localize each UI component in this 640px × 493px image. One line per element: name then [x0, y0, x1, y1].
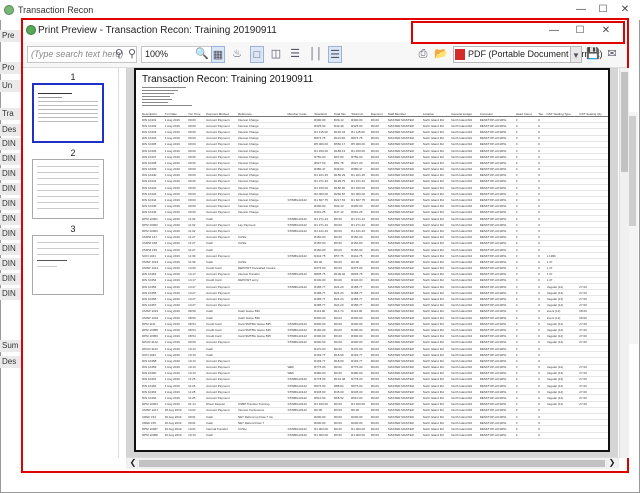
report-title: Transaction Recon: Training 20190911 [142, 74, 314, 85]
zoom-icon[interactable]: 🔍 [195, 46, 209, 63]
bg-label: DIN [0, 198, 22, 210]
save-icon[interactable]: 💾 [586, 46, 600, 63]
scroll-right-icon[interactable]: ❯ [607, 457, 617, 469]
table-cell [579, 432, 608, 439]
page-thumbnails: 1 2 3 [23, 68, 119, 458]
search-icon[interactable]: ⚲ [113, 46, 125, 63]
clear-search-icon[interactable]: ⚲ [126, 46, 138, 63]
table-cell: 0 [538, 432, 547, 439]
report-meta-line [142, 90, 178, 91]
table-cell: 26 Aug 2019 [164, 432, 189, 439]
color-icon[interactable]: ♨ [230, 46, 244, 63]
bg-label: DIN [0, 228, 22, 240]
bg-label: DIN [0, 213, 22, 225]
export-format-select[interactable]: PDF (Portable Document Format) [453, 46, 603, 63]
bg-label: Pre [0, 30, 22, 42]
report-meta-line [142, 96, 170, 97]
report-meta-line [142, 105, 192, 106]
table-cell: R1 000.00 [351, 432, 371, 439]
bg-label: DIN [0, 258, 22, 270]
open-icon[interactable]: 📂 [434, 46, 448, 63]
dialog-title: Print Preview - Transaction Recon: Train… [38, 25, 277, 36]
table-cell: North Island Rd [422, 432, 452, 439]
multi-page-icon[interactable]: ◫ [269, 46, 283, 63]
header-icon[interactable]: ☰ [328, 46, 342, 63]
bg-label: DIN [0, 183, 22, 195]
bg-label: DIN [0, 243, 22, 255]
table-cell: 10:13 [188, 432, 207, 439]
export-group [411, 21, 625, 44]
thumbnail-page-2[interactable] [32, 159, 104, 219]
thumbnail-label: 2 [70, 148, 76, 158]
app-icon [26, 25, 36, 35]
background-window-title: Transaction Recon [18, 5, 94, 15]
horizontal-scrollbar-thumb[interactable] [139, 460, 605, 467]
bg-label: DIN [0, 273, 22, 285]
report-table: Description Txn Date Txn Time Payment Metho… [142, 110, 608, 439]
table-row: DPM 10068 26 Aug 2019 10:13 Cash STWBG10122 R… [142, 432, 608, 439]
columns-icon[interactable]: ││ [309, 46, 323, 63]
report-meta-line [142, 99, 172, 100]
thumbnail-label: 3 [70, 224, 76, 234]
bg-label: DIN [0, 288, 22, 300]
table-cell: Cash [206, 432, 238, 439]
email-icon[interactable]: ✉ [605, 46, 619, 63]
bg-label: Sum [0, 340, 22, 352]
table-cell: MASTER MASTER [387, 432, 423, 439]
bg-label: DIN [0, 138, 22, 150]
table-cell: R1 000.00 [314, 432, 334, 439]
export-format-label: PDF (Portable Document Format) [468, 49, 603, 59]
background-scrollbar-thumb[interactable] [628, 116, 636, 226]
thumbnail-label: 1 [70, 72, 76, 82]
minimize-icon[interactable]: — [572, 2, 590, 18]
report-meta-line [142, 93, 174, 94]
background-titlebar: Transaction Recon — ☐ ✕ [0, 0, 640, 20]
table-cell: DPM 10068 [142, 432, 165, 439]
vertical-scrollbar-thumb[interactable] [621, 72, 628, 172]
bg-label: Pro [0, 62, 22, 74]
scroll-left-icon[interactable]: ❮ [128, 457, 138, 469]
bg-label: DIN [0, 168, 22, 180]
maximize-icon[interactable]: ☐ [594, 2, 612, 18]
report-page: Transaction Recon: Training 20190911 Des… [134, 68, 610, 452]
table-cell: DESKTOP-AO1D5L [479, 432, 516, 439]
list-view-icon[interactable]: ☰ [288, 46, 302, 63]
page-setup-icon[interactable]: ▦ [211, 46, 225, 63]
single-page-icon[interactable]: □ [250, 46, 264, 63]
close-icon[interactable]: ✕ [616, 2, 634, 18]
thumbnail-page-3[interactable] [32, 235, 104, 295]
thumbnail-page-1[interactable] [32, 83, 104, 143]
table-cell: STWBG10122 [287, 432, 315, 439]
print-icon[interactable]: ⎙ [416, 46, 430, 63]
bg-label: Des [0, 124, 22, 136]
pdf-icon [455, 49, 465, 60]
bg-label: Un [0, 80, 22, 92]
table-cell [546, 432, 580, 439]
app-icon [4, 5, 14, 15]
bg-label: Des [0, 356, 22, 368]
table-cell: R0.00 [333, 432, 352, 439]
print-preview-dialog: Print Preview - Transaction Recon: Train… [21, 18, 629, 473]
chevron-down-icon[interactable]: ▼ [570, 46, 582, 63]
bg-label: DIN [0, 153, 22, 165]
bg-label: Tra [0, 108, 22, 120]
table-cell: R0.00 [370, 432, 388, 439]
report-meta-line [142, 87, 186, 88]
table-cell [237, 432, 288, 439]
table-cell: 0 [515, 432, 539, 439]
table-cell: North Island Rd [451, 432, 480, 439]
report-meta-line [142, 102, 168, 103]
table-header-row: Description Txn Date Txn Time Payment Metho… [142, 110, 608, 117]
